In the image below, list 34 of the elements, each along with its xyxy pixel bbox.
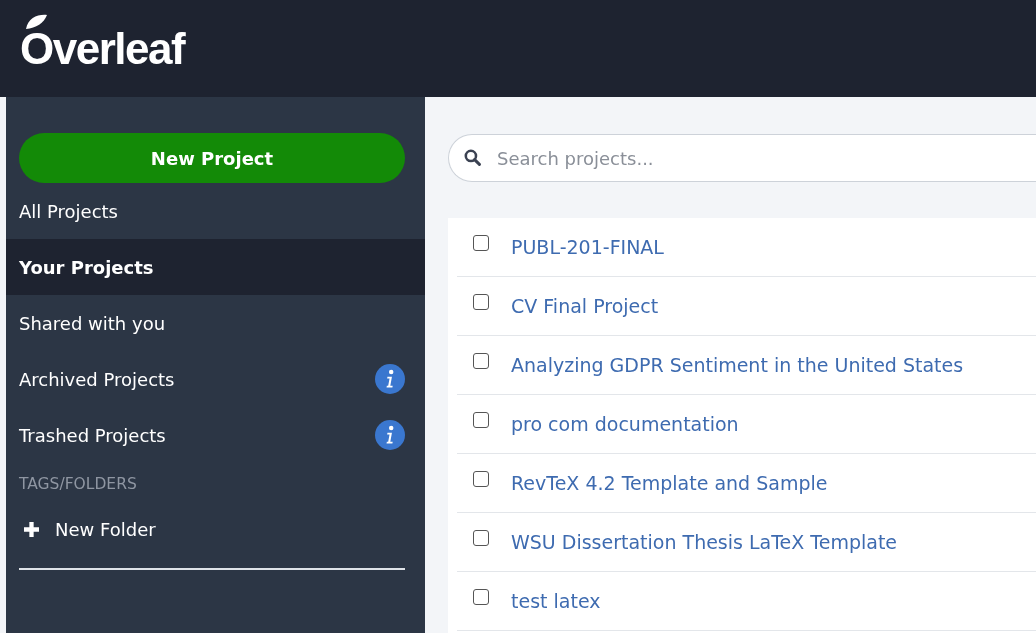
project-link[interactable]: pro com documentation: [511, 413, 739, 435]
checkbox[interactable]: [473, 412, 489, 428]
sidebar-item[interactable]: All Projects: [6, 183, 425, 239]
project-link[interactable]: PUBL-201-FINAL: [511, 236, 664, 258]
new-project-button[interactable]: New Project: [19, 133, 405, 183]
section-heading: TAGS/FOLDERS: [18, 474, 138, 495]
project-link[interactable]: test latex: [511, 590, 601, 612]
sidebar-item[interactable]: Shared with you: [6, 295, 425, 351]
checkbox[interactable]: [473, 294, 489, 310]
plus-icon: [24, 522, 39, 537]
logo[interactable]: Overleaf: [20, 23, 185, 73]
sidebar-item-label: Trashed Projects: [19, 424, 166, 446]
info-icon[interactable]: [375, 420, 405, 450]
sidebar-item[interactable]: Trashed Projects: [6, 407, 425, 463]
checkbox[interactable]: [473, 353, 489, 369]
new-folder-label: New Folder: [55, 519, 156, 540]
project-link[interactable]: WSU Dissertation Thesis LaTeX Template: [511, 531, 898, 553]
checkbox[interactable]: [473, 471, 489, 487]
sidebar-item-label: All Projects: [19, 200, 118, 222]
sidebar-item-label: Your Projects: [19, 256, 154, 278]
checkbox[interactable]: [473, 235, 489, 251]
sidebar-item[interactable]: Archived Projects: [6, 351, 425, 407]
project-link[interactable]: RevTeX 4.2 Template and Sample: [511, 472, 828, 494]
sidebar-item-label: Archived Projects: [19, 368, 175, 390]
new-folder-link[interactable]: New Folder: [6, 511, 425, 548]
project-link[interactable]: Analyzing GDPR Sentiment in the United States: [511, 354, 964, 376]
sidebar-item[interactable]: Your Projects: [6, 239, 425, 295]
info-icon[interactable]: [375, 364, 405, 394]
project-link[interactable]: CV Final Project: [511, 295, 659, 317]
leaf-icon: [24, 13, 48, 30]
checkbox[interactable]: [473, 589, 489, 605]
search-field[interactable]: Search projects...: [448, 134, 1036, 182]
checkbox[interactable]: [473, 530, 489, 546]
sidebar-item-label: Shared with you: [19, 312, 166, 334]
